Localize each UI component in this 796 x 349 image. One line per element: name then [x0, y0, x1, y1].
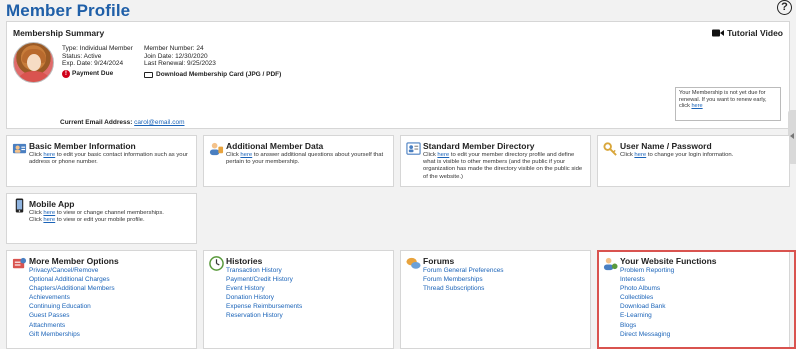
tile-title: Forums [423, 256, 455, 266]
link-transaction-history[interactable]: Transaction History [226, 266, 302, 275]
member-type: Type: Individual Member [62, 45, 133, 52]
avatar [13, 42, 54, 83]
person-data-icon [209, 142, 224, 156]
tile-title: Histories [226, 256, 263, 266]
tile-more-member-options: More Member Options Privacy/Cancel/Remov… [6, 250, 197, 349]
warning-icon: ! [62, 69, 70, 78]
tutorial-video-label: Tutorial Video [727, 28, 783, 38]
link-payment-credit-history[interactable]: Payment/Credit History [226, 275, 302, 284]
last-renewal: Last Renewal: 9/25/2023 [144, 60, 216, 68]
key-icon [603, 142, 617, 156]
member-info-column-2: Member Number: 24 Join Date: 12/30/2020 … [144, 45, 281, 78]
tile-additional-member-data[interactable]: Additional Member Data Click here to ans… [203, 135, 394, 187]
download-card-label: Download Membership Card (JPG / PDF) [156, 70, 282, 78]
tile-description: Click here to edit your basic contact in… [29, 152, 188, 166]
email-row: Current Email Address: carol@email.com [60, 119, 184, 126]
phone-icon [15, 198, 24, 213]
member-number: Member Number: 24 [144, 45, 204, 52]
link-donation-history[interactable]: Donation History [226, 293, 302, 302]
tile-description: Click here to edit your member directory… [423, 152, 583, 180]
person-card-icon [12, 143, 27, 154]
link-optional-additional-charges[interactable]: Optional Additional Charges [29, 275, 115, 284]
tile-basic-member-information[interactable]: Basic Member Information Click here to e… [6, 135, 197, 187]
edit-directory-link[interactable]: here [437, 152, 449, 158]
link-achievements[interactable]: Achievements [29, 293, 115, 302]
tile-description: Click here to change your login informat… [620, 152, 734, 158]
payment-due-label: Payment Due [72, 69, 114, 77]
member-status: Status: Active [62, 52, 102, 60]
member-info-column-1: Type: Individual Member Status: Active E… [62, 45, 133, 78]
membership-summary-panel: Membership Summary Tutorial Video Type: … [6, 21, 790, 129]
tile-forums: Forums Forum General Preferences Forum M… [400, 250, 591, 349]
tile-title: Basic Member Information [29, 141, 136, 151]
directory-icon [406, 142, 421, 155]
summary-title: Membership Summary [13, 28, 105, 38]
email-label: Current Email Address: [60, 119, 135, 126]
link-continuing-education[interactable]: Continuing Education [29, 302, 115, 311]
page-title: Member Profile [6, 1, 131, 20]
highlight-box [597, 250, 796, 349]
channel-memberships-link[interactable]: here [43, 210, 55, 216]
membership-card-icon [144, 71, 153, 78]
link-reservation-history[interactable]: Reservation History [226, 311, 302, 320]
link-guest-passes[interactable]: Guest Passes [29, 311, 115, 320]
edit-basic-info-link[interactable]: here [43, 152, 55, 158]
link-forum-general-preferences[interactable]: Forum General Preferences [423, 266, 504, 275]
tile-histories: Histories Transaction History Payment/Cr… [203, 250, 394, 349]
join-date: Join Date: 12/30/2020 [144, 52, 208, 60]
link-thread-subscriptions[interactable]: Thread Subscriptions [423, 284, 504, 293]
tile-title: Mobile App [29, 199, 75, 209]
link-privacy-cancel-remove[interactable]: Privacy/Cancel/Remove [29, 266, 115, 275]
chat-bubbles-icon [406, 257, 421, 269]
tile-user-name-password[interactable]: User Name / Password Click here to chang… [597, 135, 790, 187]
tile-description: Click here to view or change channel mem… [29, 210, 164, 224]
more-options-links: Privacy/Cancel/Remove Optional Additiona… [29, 266, 115, 339]
tile-title: User Name / Password [620, 141, 712, 151]
tile-title: Additional Member Data [226, 141, 324, 151]
forums-links: Forum General Preferences Forum Membersh… [423, 266, 504, 293]
link-attachments[interactable]: Attachments [29, 321, 115, 330]
download-card-link[interactable]: Download Membership Card (JPG / PDF) [144, 71, 281, 79]
renew-here-link[interactable]: here [691, 103, 702, 109]
email-link[interactable]: carol@email.com [134, 119, 184, 126]
edit-additional-data-link[interactable]: here [240, 152, 252, 158]
tile-title: More Member Options [29, 256, 119, 266]
help-icon[interactable]: ? [777, 0, 792, 15]
change-login-link[interactable]: here [634, 152, 646, 158]
tile-title: Standard Member Directory [423, 141, 535, 151]
payment-due-badge: ! Payment Due [62, 69, 133, 78]
video-camera-icon [712, 29, 725, 37]
clock-icon [209, 256, 224, 271]
tile-mobile-app[interactable]: Mobile App Click here to view or change … [6, 193, 197, 244]
link-gift-memberships[interactable]: Gift Memberships [29, 330, 115, 339]
link-expense-reimbursements[interactable]: Expense Reimbursements [226, 302, 302, 311]
link-chapters-additional-members[interactable]: Chapters/Additional Members [29, 284, 115, 293]
tile-description: Click here to answer additional question… [226, 152, 384, 166]
options-icon [12, 257, 27, 269]
link-forum-memberships[interactable]: Forum Memberships [423, 275, 504, 284]
histories-links: Transaction History Payment/Credit Histo… [226, 266, 302, 321]
link-event-history[interactable]: Event History [226, 284, 302, 293]
renewal-notice: Your Membership is not yet due for renew… [675, 87, 781, 121]
tile-standard-member-directory[interactable]: Standard Member Directory Click here to … [400, 135, 591, 187]
mobile-profile-link[interactable]: here [43, 217, 55, 223]
tutorial-video-button[interactable]: Tutorial Video [712, 28, 783, 38]
exp-date: Exp. Date: 9/24/2024 [62, 60, 124, 68]
